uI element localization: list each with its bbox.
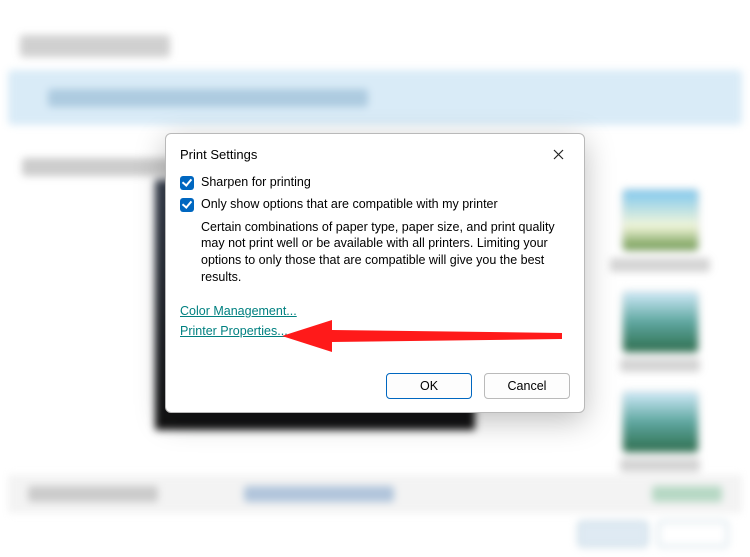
compat-label: Only show options that are compatible wi… bbox=[201, 196, 498, 212]
ok-button[interactable]: OK bbox=[386, 373, 472, 399]
sharpen-row: Sharpen for printing bbox=[180, 174, 568, 190]
close-button[interactable] bbox=[546, 142, 570, 166]
compat-description: Certain combinations of paper type, pape… bbox=[201, 219, 568, 287]
cancel-button[interactable]: Cancel bbox=[484, 373, 570, 399]
color-management-link[interactable]: Color Management... bbox=[180, 304, 297, 318]
dialog-title: Print Settings bbox=[180, 147, 257, 162]
dialog-footer: OK Cancel bbox=[166, 360, 584, 412]
close-icon bbox=[553, 149, 564, 160]
dialog-titlebar: Print Settings bbox=[166, 134, 584, 174]
sharpen-checkbox[interactable] bbox=[180, 176, 194, 190]
dialog-body: Sharpen for printing Only show options t… bbox=[166, 174, 584, 360]
compat-row: Only show options that are compatible wi… bbox=[180, 196, 568, 212]
printer-properties-link[interactable]: Printer Properties... bbox=[180, 324, 288, 338]
compat-checkbox[interactable] bbox=[180, 198, 194, 212]
print-settings-dialog: Print Settings Sharpen for printing Only… bbox=[165, 133, 585, 413]
sharpen-label: Sharpen for printing bbox=[201, 174, 311, 190]
